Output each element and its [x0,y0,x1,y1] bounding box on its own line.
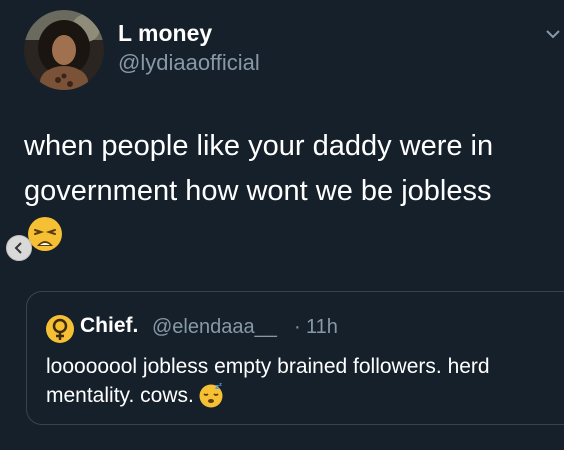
sleeping-face-emoji: zz [198,382,224,408]
weary-face-emoji [27,216,63,252]
author-display-name[interactable]: L money [118,20,212,47]
author-avatar[interactable] [24,10,104,90]
author-handle[interactable]: @lydiaaofficial [118,50,260,76]
quoted-timestamp[interactable]: 11h [306,316,338,339]
svg-text:z: z [219,382,222,388]
female-sign-emblem-icon [45,314,75,344]
quoted-handle[interactable]: @elendaaa__ [152,316,277,339]
quoted-display-name[interactable]: Chief. [80,314,138,338]
chevron-down-icon[interactable] [545,27,561,39]
separator-dot: · [294,316,301,338]
quoted-tweet-text: loooooool jobless empty brained follower… [46,352,551,410]
quoted-tweet-text-content: loooooool jobless empty brained follower… [46,355,490,407]
tweet-text: when people like your daddy were in gove… [24,130,494,207]
chevron-left-icon[interactable] [6,235,32,261]
